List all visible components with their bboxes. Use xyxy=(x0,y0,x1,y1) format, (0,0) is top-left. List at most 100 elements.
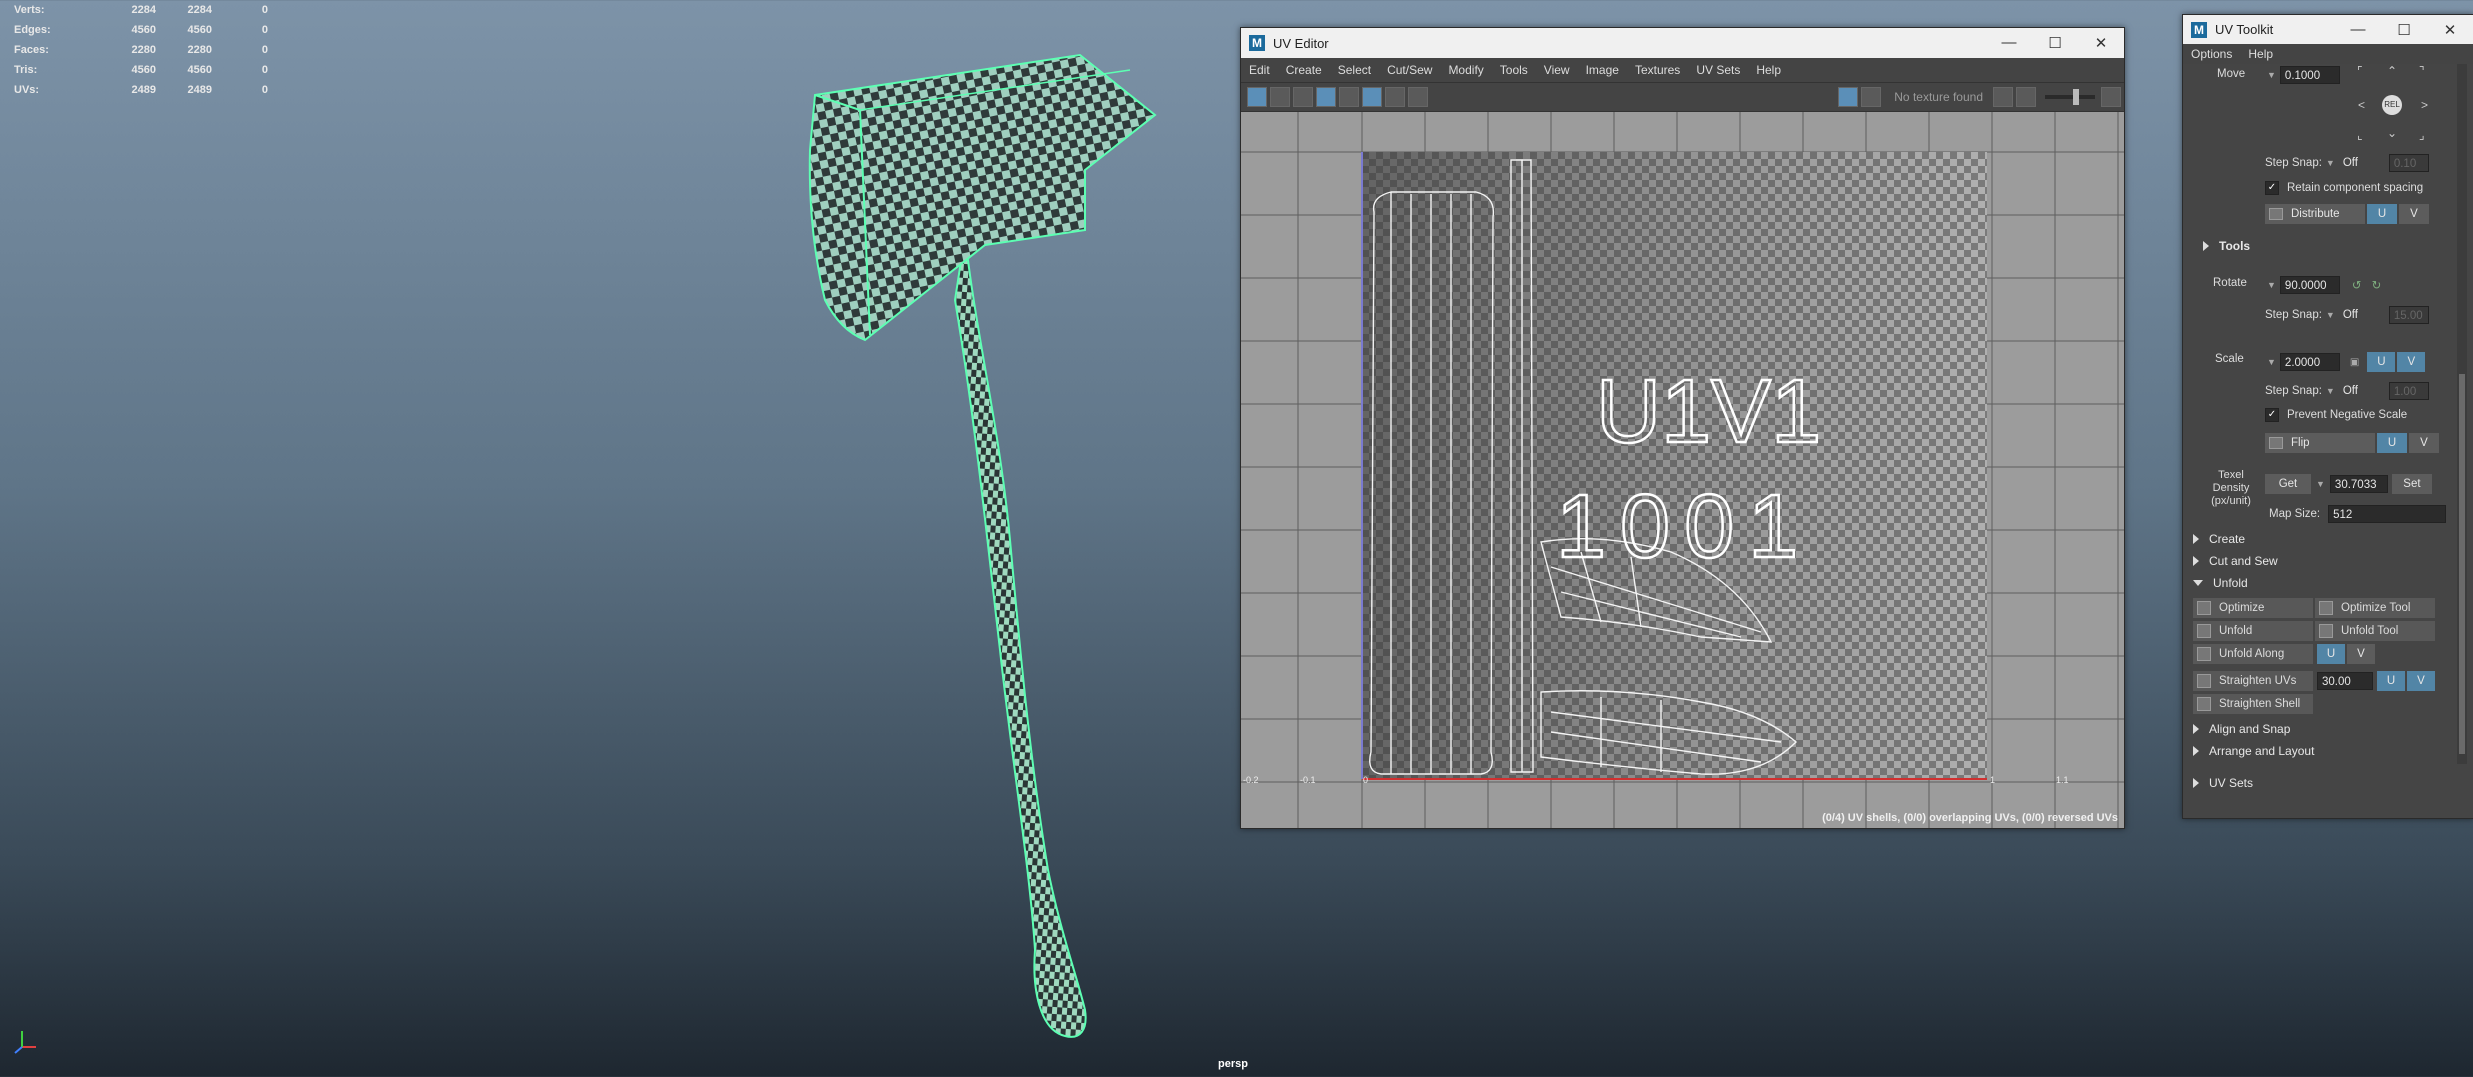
menu-textures[interactable]: Textures xyxy=(1627,63,1688,77)
texture-dropdown[interactable]: No texture found xyxy=(1894,90,1983,104)
corner-downright-icon[interactable]: ⌟ xyxy=(2419,128,2425,142)
move-value-field[interactable]: 0.1000 xyxy=(2279,66,2340,84)
distribute-v-button[interactable]: V xyxy=(2399,204,2429,224)
camera-icon[interactable] xyxy=(1408,87,1428,107)
flip-v-button[interactable]: V xyxy=(2409,433,2439,453)
menu-help[interactable]: Help xyxy=(1748,63,1789,77)
straighten-u-button[interactable]: U xyxy=(2377,671,2405,691)
uv-canvas[interactable]: U1V1 1001 -0.2 -0.1 0 1 1.1 (0/4) UV she… xyxy=(1241,112,2124,828)
rotate-step-snap-value[interactable]: Off xyxy=(2339,306,2389,324)
move-dropdown-icon[interactable]: ▼ xyxy=(2267,70,2276,80)
map-size-field[interactable]: 512 xyxy=(2328,505,2447,523)
unfold-tool-button[interactable]: Unfold Tool xyxy=(2315,621,2435,641)
straighten-uvs-button[interactable]: Straighten UVs xyxy=(2193,671,2313,691)
prevent-negative-scale-checkbox[interactable]: ✓ xyxy=(2265,408,2279,422)
brightness-slider[interactable] xyxy=(2045,89,2095,105)
scale-v-button[interactable]: V xyxy=(2397,352,2426,372)
arrow-left-icon[interactable]: < xyxy=(2358,98,2365,112)
arrow-right-icon[interactable]: > xyxy=(2421,98,2428,112)
distribute-button[interactable]: Distribute xyxy=(2265,204,2365,224)
grid-icon[interactable] xyxy=(1316,87,1336,107)
maximize-icon[interactable]: ☐ xyxy=(2381,21,2427,39)
unfold-along-u-button[interactable]: U xyxy=(2317,644,2345,664)
arrange-layout-section-header[interactable]: Arrange and Layout xyxy=(2193,744,2314,758)
shell-select-icon[interactable] xyxy=(1270,87,1290,107)
scale-u-button[interactable]: U xyxy=(2367,352,2396,372)
retain-spacing-checkbox[interactable]: ✓ xyxy=(2265,181,2279,195)
uv-toolkit-window[interactable]: M UV Toolkit — ☐ ✕ Options Help Move ▼ 0.… xyxy=(2182,14,2473,819)
unfold-section-header[interactable]: Unfold xyxy=(2193,576,2248,590)
minimize-icon[interactable]: — xyxy=(2335,21,2381,39)
scale-lock-icon[interactable]: ▣ xyxy=(2350,357,2359,368)
rotate-cw-icon[interactable]: ↻ xyxy=(2372,278,2382,292)
menu-uv-sets[interactable]: UV Sets xyxy=(1688,63,1748,77)
rel-toggle[interactable]: REL xyxy=(2382,95,2402,115)
flip-button[interactable]: Flip xyxy=(2265,433,2375,453)
scale-step-snap-value[interactable]: Off xyxy=(2339,382,2389,400)
scale-step-snap-dropdown-icon[interactable]: ▼ xyxy=(2326,386,2335,396)
tools-section-header[interactable]: Tools xyxy=(2203,239,2250,253)
scale-value-field[interactable]: 2.0000 xyxy=(2279,353,2340,371)
texel-get-button[interactable]: Get xyxy=(2265,474,2311,494)
menu-create[interactable]: Create xyxy=(1278,63,1330,77)
uv-editor-window[interactable]: M UV Editor — ☐ ✕ Edit Create Select Cut… xyxy=(1240,27,2125,829)
checker-toggle-icon[interactable] xyxy=(1861,87,1882,107)
cut-sew-section-header[interactable]: Cut and Sew xyxy=(2193,554,2278,568)
arrow-down-icon[interactable]: ⌄ xyxy=(2387,126,2397,140)
align-snap-section-header[interactable]: Align and Snap xyxy=(2193,722,2290,736)
rotate-snap-amount[interactable]: 15.00 xyxy=(2388,306,2429,324)
menu-edit[interactable]: Edit xyxy=(1241,63,1278,77)
toolkit-scrollbar-thumb[interactable] xyxy=(2459,374,2465,754)
unfold-along-v-button[interactable]: V xyxy=(2347,644,2375,664)
toolkit-scrollbar[interactable] xyxy=(2457,64,2467,764)
corner-upright-icon[interactable]: ⌝ xyxy=(2419,64,2425,78)
rotate-value-field[interactable]: 90.0000 xyxy=(2279,276,2340,294)
move-step-snap-dropdown-icon[interactable]: ▼ xyxy=(2326,158,2335,168)
snap-icon[interactable] xyxy=(1362,87,1382,107)
menu-image[interactable]: Image xyxy=(1578,63,1627,77)
texel-set-button[interactable]: Set xyxy=(2391,474,2432,494)
menu-cut-sew[interactable]: Cut/Sew xyxy=(1379,63,1440,77)
create-section-header[interactable]: Create xyxy=(2193,532,2245,546)
distribute-u-button[interactable]: U xyxy=(2367,204,2397,224)
bounds-icon[interactable] xyxy=(1339,87,1359,107)
scale-snap-amount[interactable]: 1.00 xyxy=(2388,382,2429,400)
flip-u-button[interactable]: U xyxy=(2377,433,2407,453)
uv-editor-titlebar[interactable]: M UV Editor — ☐ ✕ xyxy=(1241,28,2124,58)
image-icon[interactable] xyxy=(1293,87,1313,107)
unfold-button[interactable]: Unfold xyxy=(2193,621,2313,641)
rotate-ccw-icon[interactable]: ↺ xyxy=(2352,278,2362,292)
uv-select-icon[interactable] xyxy=(1247,87,1267,107)
uv-toolkit-titlebar[interactable]: M UV Toolkit — ☐ ✕ xyxy=(2183,15,2473,44)
straighten-angle-field[interactable]: 30.00 xyxy=(2317,672,2373,690)
shade-icon[interactable] xyxy=(1385,87,1405,107)
menu-options[interactable]: Options xyxy=(2183,47,2240,61)
uv-sets-section-header[interactable]: UV Sets xyxy=(2193,776,2253,790)
maximize-icon[interactable]: ☐ xyxy=(2032,34,2078,52)
straighten-shell-button[interactable]: Straighten Shell xyxy=(2193,694,2313,714)
corner-upleft-icon[interactable]: ⌜ xyxy=(2357,64,2363,78)
exposure-icon[interactable] xyxy=(2101,87,2121,107)
menu-modify[interactable]: Modify xyxy=(1440,63,1491,77)
menu-select[interactable]: Select xyxy=(1330,63,1379,77)
unfold-along-button[interactable]: Unfold Along xyxy=(2193,644,2313,664)
texture-image-icon[interactable] xyxy=(2016,87,2036,107)
close-icon[interactable]: ✕ xyxy=(2427,21,2473,39)
straighten-v-button[interactable]: V xyxy=(2407,671,2435,691)
checker-display-icon[interactable] xyxy=(1838,87,1859,107)
scale-dropdown-icon[interactable]: ▼ xyxy=(2267,357,2276,367)
texel-density-field[interactable]: 30.7033 xyxy=(2329,475,2388,493)
close-icon[interactable]: ✕ xyxy=(2078,34,2124,52)
axe-model[interactable] xyxy=(0,0,1240,1077)
arrow-up-icon[interactable]: ⌃ xyxy=(2387,64,2397,78)
menu-view[interactable]: View xyxy=(1536,63,1578,77)
menu-help[interactable]: Help xyxy=(2240,47,2281,61)
optimize-button[interactable]: Optimize xyxy=(2193,598,2313,618)
texture-refresh-icon[interactable] xyxy=(1993,87,2013,107)
rotate-step-snap-dropdown-icon[interactable]: ▼ xyxy=(2326,310,2335,320)
minimize-icon[interactable]: — xyxy=(1986,34,2032,52)
corner-downleft-icon[interactable]: ⌞ xyxy=(2357,128,2363,142)
texel-dropdown-icon[interactable]: ▼ xyxy=(2316,479,2325,489)
move-step-snap-value[interactable]: Off xyxy=(2339,154,2389,172)
optimize-tool-button[interactable]: Optimize Tool xyxy=(2315,598,2435,618)
